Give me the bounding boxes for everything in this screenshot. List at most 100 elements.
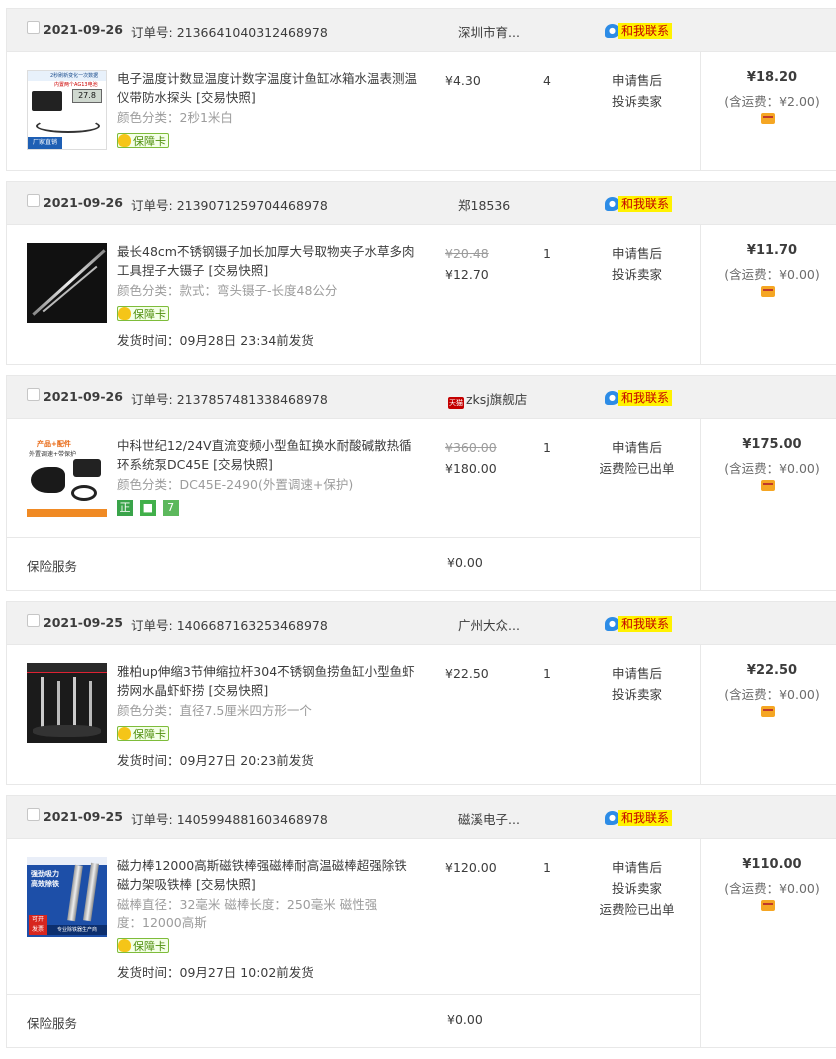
guarantee-badge[interactable]: 保障卡 [117,306,169,321]
apply-aftersale-link[interactable]: 申请售后 [585,857,689,878]
order-checkbox[interactable] [27,388,40,401]
card-icon[interactable] [761,286,775,297]
shipping-fee: (含运费：¥2.00) [724,94,820,109]
badge-row: 正 ■ 7 [117,500,182,516]
order-header: 2021-09-26 订单号: 2139071259704468978 郑185… [7,182,836,225]
product-thumbnail[interactable] [27,243,107,323]
guarantee-badge[interactable]: 保障卡 [117,133,169,148]
order-date: 2021-09-25 [43,809,123,824]
badge-row: 保障卡 [117,133,169,149]
order-date: 2021-09-26 [43,195,123,210]
shield-icon [118,307,131,320]
unit-price: ¥120.00 [445,860,497,875]
order-checkbox[interactable] [27,21,40,34]
badge-row: 保障卡 [117,938,169,954]
order-card: 2021-09-26 订单号: 2139071259704468978 郑185… [6,181,836,365]
order-total: ¥18.20 [746,70,798,85]
shipping-insurance-link[interactable]: 运费险已出单 [585,899,689,920]
shipping-fee: (含运费：¥0.00) [724,461,820,476]
order-summary: ¥110.00 (含运费：¥0.00) [700,839,820,1048]
delivery-time: 发货时间：09月28日 23:34前发货 [117,333,314,348]
order-number: 订单号: 2137857481338468978 [131,392,328,407]
order-card: 2021-09-25 订单号: 1406687163253468978 广州大众… [6,601,836,785]
product-sku: 颜色分类：DC45E-2490(外置调速+保护) [117,477,354,492]
shop-name[interactable]: 磁溪电子... [458,809,520,828]
shipping-insurance-link[interactable]: 运费险已出单 [585,458,689,479]
product-thumbnail[interactable]: 2秒刷新变化一次数据 内置两个AG13电池 27.8 厂家直销 [27,70,107,150]
card-icon[interactable] [761,706,775,717]
shipping-fee: (含运费：¥0.00) [724,267,820,282]
card-icon[interactable] [761,113,775,124]
product-thumbnail[interactable] [27,663,107,743]
order-checkbox[interactable] [27,808,40,821]
product-title-link[interactable]: 电子温度计数显温度计数字温度计鱼缸冰箱水温表测温仪带防水探头 [交易快照] [117,69,417,107]
product-sku: 颜色分类：直径7.5厘米四方形一个 [117,703,312,718]
item-actions: 申请售后 投诉卖家 [585,243,689,285]
product-title-link[interactable]: 雅柏up伸缩3节伸缩拉杆304不锈钢鱼捞鱼缸小型鱼虾捞网水晶虾虾捞 [交易快照] [117,662,417,700]
order-number: 订单号: 2136641040312468978 [131,25,328,40]
product-title-link[interactable]: 磁力棒12000高斯磁铁棒强磁棒耐高温磁棒超强除铁磁力架吸铁棒 [交易快照] [117,856,417,894]
product-sku: 磁棒直径：32毫米 磁棒长度：250毫米 磁性强度：12000高斯 [117,897,378,930]
unit-price: ¥20.48 ¥12.70 [445,243,489,285]
order-checkbox[interactable] [27,194,40,207]
shipping-fee: (含运费：¥0.00) [724,881,820,896]
insurance-value: ¥0.00 [447,1012,483,1027]
shop-name[interactable]: 天猫 zksj旗舰店 [448,389,527,409]
quantity: 1 [543,246,551,261]
guarantee-badge[interactable]: 保障卡 [117,726,169,741]
complain-seller-link[interactable]: 投诉卖家 [585,91,689,112]
guarantee-icon[interactable]: ■ [139,500,156,516]
apply-aftersale-link[interactable]: 申请售后 [585,243,689,264]
card-icon[interactable] [761,900,775,911]
insurance-value: ¥0.00 [447,555,483,570]
shop-name[interactable]: 广州大众... [458,615,520,634]
apply-aftersale-link[interactable]: 申请售后 [585,663,689,684]
insurance-row: 保险服务 ¥0.00 [7,537,700,591]
order-number: 订单号: 2139071259704468978 [131,198,328,213]
tmall-icon: 天猫 [448,397,464,409]
order-header: 2021-09-26 订单号: 2136641040312468978 深圳市育… [7,9,836,52]
order-checkbox[interactable] [27,614,40,627]
guarantee-badge[interactable]: 保障卡 [117,938,169,953]
order-summary: ¥175.00 (含运费：¥0.00) [700,419,820,591]
authentic-badge[interactable]: 正 [117,500,133,516]
shield-icon [118,134,131,147]
original-price: ¥20.48 [445,246,489,261]
insurance-label: 保险服务 [27,1016,78,1031]
complain-seller-link[interactable]: 投诉卖家 [585,264,689,285]
product-sku: 颜色分类：款式：弯头镊子-长度48公分 [117,283,338,298]
apply-aftersale-link[interactable]: 申请售后 [585,437,689,458]
order-number: 订单号: 1406687163253468978 [131,618,328,633]
complain-seller-link[interactable]: 投诉卖家 [585,878,689,899]
apply-aftersale-link[interactable]: 申请售后 [585,70,689,91]
unit-price: ¥360.00 ¥180.00 [445,437,497,479]
unit-price: ¥4.30 [445,73,481,88]
order-header: 2021-09-25 订单号: 1405994881603468978 磁溪电子… [7,796,836,839]
item-actions: 申请售后 投诉卖家 [585,70,689,112]
seven-day-return-badge[interactable]: 7 [162,500,179,516]
product-title-link[interactable]: 最长48cm不锈钢镊子加长加厚大号取物夹子水草多肉工具捏子大镊子 [交易快照] [117,242,417,280]
order-header: 2021-09-25 订单号: 1406687163253468978 广州大众… [7,602,836,645]
product-thumbnail[interactable]: 强劲吸力 高效除铁 可开 发票 专业除铁器生产商 [27,857,107,937]
insurance-row: 保险服务 ¥0.00 [7,994,700,1048]
order-summary: ¥22.50 (含运费：¥0.00) [700,645,820,785]
order-summary: ¥18.20 (含运费：¥2.00) [700,52,820,171]
shield-icon [118,939,131,952]
shop-name[interactable]: 深圳市育... [458,22,520,41]
badge-row: 保障卡 [117,726,169,742]
order-date: 2021-09-25 [43,615,123,630]
shield-icon [118,727,131,740]
product-title-link[interactable]: 中科世纪12/24V直流变频小型鱼缸换水耐酸碱散热循环系统泵DC45E [交易快… [117,436,417,474]
card-icon[interactable] [761,480,775,491]
product-sku: 颜色分类：2秒1米白 [117,110,233,125]
product-thumbnail[interactable]: 产品+配件 外置调速+带保护 [27,437,107,517]
shipping-fee: (含运费：¥0.00) [724,687,820,702]
quantity: 1 [543,860,551,875]
complain-seller-link[interactable]: 投诉卖家 [585,684,689,705]
shop-name[interactable]: 郑18536 [458,195,510,214]
item-actions: 申请售后 运费险已出单 [585,437,689,479]
quantity: 4 [543,73,551,88]
quantity: 1 [543,666,551,681]
item-actions: 申请售后 投诉卖家 [585,663,689,705]
order-total: ¥110.00 [742,857,802,872]
